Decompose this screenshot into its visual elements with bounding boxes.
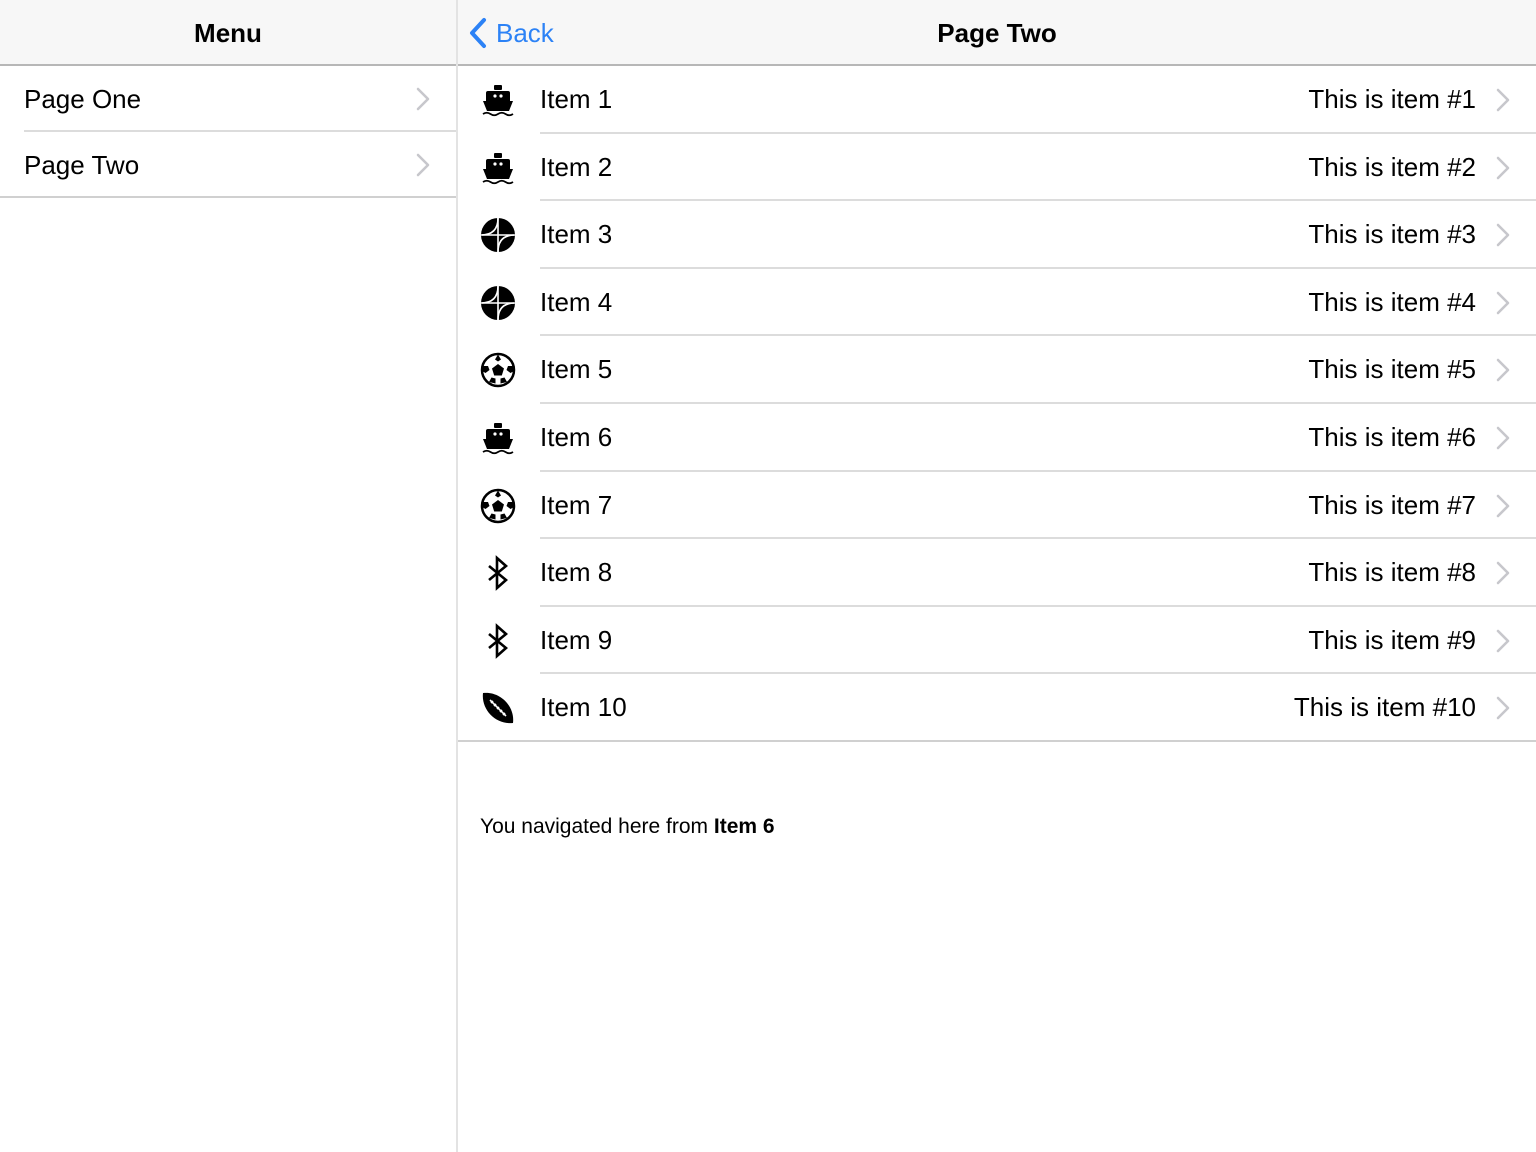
bluetooth-icon (480, 555, 516, 592)
row-title: Item 5 (540, 354, 613, 385)
item-list: Item 1 This is item #1 Item 2 This is item … (458, 66, 1536, 742)
detail-pane: Page Two Back Item 1 This is item #1 Item … (458, 0, 1536, 1152)
table-row[interactable]: Item 3 This is item #3 (458, 201, 1536, 269)
table-row[interactable]: Item 10 This is item #10 (458, 674, 1536, 742)
navigation-note-item: Item 6 (713, 815, 775, 838)
split-view-app: Menu Page One Page Two Page Two Back Ite… (0, 0, 1536, 1152)
ship-icon (480, 420, 516, 456)
chevron-right-icon (1496, 223, 1510, 247)
menu-item-page-two[interactable]: Page Two (0, 132, 456, 198)
row-detail: This is item #5 (1308, 354, 1476, 385)
row-title: Item 6 (540, 421, 613, 452)
row-detail: This is item #10 (1293, 692, 1476, 723)
row-title: Item 10 (540, 692, 627, 723)
chevron-right-icon (1496, 156, 1510, 179)
row-detail: This is item #3 (1308, 219, 1476, 250)
chevron-right-icon (1496, 629, 1510, 653)
row-title: Item 2 (540, 151, 613, 182)
ship-icon (480, 150, 516, 186)
chevron-right-icon (1496, 697, 1510, 720)
chevron-left-icon (470, 18, 486, 48)
row-detail: This is item #9 (1308, 624, 1476, 655)
back-button[interactable]: Back (468, 16, 554, 50)
table-row[interactable]: Item 5 This is item #5 (458, 336, 1536, 404)
table-row[interactable]: Item 6 This is item #6 (458, 404, 1536, 472)
ship-icon (480, 82, 516, 118)
row-separator (458, 739, 1536, 742)
table-row[interactable]: Item 4 This is item #4 (458, 269, 1536, 337)
chevron-right-icon (1496, 359, 1510, 382)
table-row[interactable]: Item 7 This is item #7 (458, 472, 1536, 540)
back-button-label: Back (496, 17, 554, 48)
row-detail: This is item #1 (1308, 84, 1476, 114)
chevron-right-icon (1496, 561, 1510, 585)
soccer-ball-icon (480, 352, 516, 388)
row-title: Item 1 (540, 84, 613, 114)
basketball-icon (480, 217, 516, 253)
soccer-ball-icon (480, 488, 516, 524)
page-title: Page Two (937, 18, 1057, 48)
table-row[interactable]: Item 1 This is item #1 (458, 66, 1536, 134)
table-row[interactable]: Item 8 This is item #8 (458, 539, 1536, 607)
football-icon (480, 690, 516, 726)
detail-navbar: Page Two Back (458, 0, 1536, 66)
table-row[interactable]: Item 9 This is item #9 (458, 607, 1536, 675)
row-detail: This is item #2 (1308, 151, 1476, 182)
row-title: Item 8 (540, 557, 613, 588)
master-title: Menu (194, 18, 262, 48)
basketball-icon (480, 285, 516, 321)
menu-list: Page One Page Two (0, 66, 456, 198)
menu-item-label: Page Two (24, 150, 140, 180)
chevron-right-icon (1496, 494, 1510, 517)
row-detail: This is item #4 (1308, 286, 1476, 317)
chevron-right-icon (1496, 88, 1510, 112)
row-title: Item 9 (540, 624, 613, 655)
navigation-note: You navigated here from Item 6 (480, 815, 775, 839)
row-detail: This is item #6 (1308, 421, 1476, 452)
chevron-right-icon (416, 153, 430, 177)
navigation-note-prefix: You navigated here from (480, 815, 709, 838)
bluetooth-icon (480, 622, 516, 659)
row-separator (0, 196, 456, 198)
master-navbar: Menu (0, 0, 456, 66)
chevron-right-icon (1496, 291, 1510, 315)
master-pane: Menu Page One Page Two (0, 0, 456, 1152)
chevron-right-icon (1496, 426, 1510, 450)
menu-item-label: Page One (24, 84, 142, 114)
row-detail: This is item #8 (1308, 557, 1476, 588)
row-detail: This is item #7 (1308, 489, 1476, 520)
menu-item-page-one[interactable]: Page One (0, 66, 456, 132)
row-title: Item 7 (540, 489, 613, 520)
row-title: Item 4 (540, 286, 613, 317)
row-title: Item 3 (540, 219, 613, 250)
table-row[interactable]: Item 2 This is item #2 (458, 134, 1536, 202)
chevron-right-icon (416, 87, 430, 111)
